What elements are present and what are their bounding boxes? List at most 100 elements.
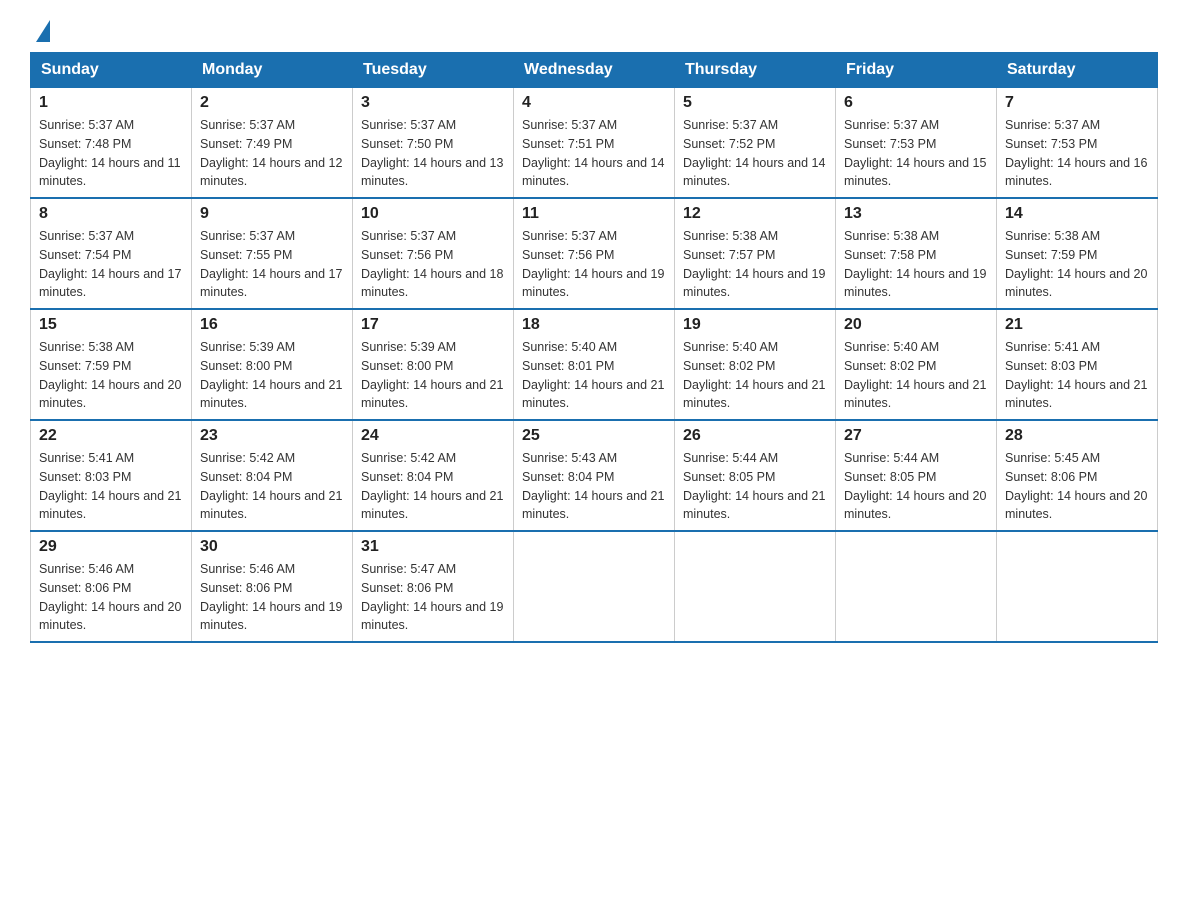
day-number: 15 [39, 316, 183, 334]
calendar-cell: 20 Sunrise: 5:40 AM Sunset: 8:02 PM Dayl… [836, 309, 997, 420]
calendar-cell: 27 Sunrise: 5:44 AM Sunset: 8:05 PM Dayl… [836, 420, 997, 531]
day-info: Sunrise: 5:47 AM Sunset: 8:06 PM Dayligh… [361, 560, 505, 635]
calendar-cell: 6 Sunrise: 5:37 AM Sunset: 7:53 PM Dayli… [836, 88, 997, 199]
calendar-cell [514, 531, 675, 642]
calendar-cell [836, 531, 997, 642]
calendar-cell: 17 Sunrise: 5:39 AM Sunset: 8:00 PM Dayl… [353, 309, 514, 420]
calendar-cell: 4 Sunrise: 5:37 AM Sunset: 7:51 PM Dayli… [514, 88, 675, 199]
day-info: Sunrise: 5:42 AM Sunset: 8:04 PM Dayligh… [361, 449, 505, 524]
calendar-cell: 5 Sunrise: 5:37 AM Sunset: 7:52 PM Dayli… [675, 88, 836, 199]
calendar-cell: 12 Sunrise: 5:38 AM Sunset: 7:57 PM Dayl… [675, 198, 836, 309]
day-info: Sunrise: 5:41 AM Sunset: 8:03 PM Dayligh… [1005, 338, 1149, 413]
calendar-cell: 1 Sunrise: 5:37 AM Sunset: 7:48 PM Dayli… [31, 88, 192, 199]
day-number: 11 [522, 205, 666, 223]
calendar-cell: 30 Sunrise: 5:46 AM Sunset: 8:06 PM Dayl… [192, 531, 353, 642]
calendar-cell [675, 531, 836, 642]
calendar-cell: 11 Sunrise: 5:37 AM Sunset: 7:56 PM Dayl… [514, 198, 675, 309]
day-info: Sunrise: 5:38 AM Sunset: 7:58 PM Dayligh… [844, 227, 988, 302]
day-info: Sunrise: 5:44 AM Sunset: 8:05 PM Dayligh… [844, 449, 988, 524]
day-number: 17 [361, 316, 505, 334]
day-info: Sunrise: 5:44 AM Sunset: 8:05 PM Dayligh… [683, 449, 827, 524]
day-number: 21 [1005, 316, 1149, 334]
day-info: Sunrise: 5:42 AM Sunset: 8:04 PM Dayligh… [200, 449, 344, 524]
day-number: 22 [39, 427, 183, 445]
day-number: 3 [361, 94, 505, 112]
calendar-cell: 9 Sunrise: 5:37 AM Sunset: 7:55 PM Dayli… [192, 198, 353, 309]
day-info: Sunrise: 5:38 AM Sunset: 7:57 PM Dayligh… [683, 227, 827, 302]
page-header [30, 20, 1158, 42]
day-info: Sunrise: 5:39 AM Sunset: 8:00 PM Dayligh… [200, 338, 344, 413]
day-number: 16 [200, 316, 344, 334]
day-number: 26 [683, 427, 827, 445]
day-number: 27 [844, 427, 988, 445]
day-number: 28 [1005, 427, 1149, 445]
column-header-tuesday: Tuesday [353, 53, 514, 88]
calendar-cell: 15 Sunrise: 5:38 AM Sunset: 7:59 PM Dayl… [31, 309, 192, 420]
day-number: 1 [39, 94, 183, 112]
day-info: Sunrise: 5:37 AM Sunset: 7:55 PM Dayligh… [200, 227, 344, 302]
day-number: 23 [200, 427, 344, 445]
calendar-cell: 23 Sunrise: 5:42 AM Sunset: 8:04 PM Dayl… [192, 420, 353, 531]
logo [30, 20, 58, 42]
day-number: 8 [39, 205, 183, 223]
day-info: Sunrise: 5:37 AM Sunset: 7:49 PM Dayligh… [200, 116, 344, 191]
day-number: 10 [361, 205, 505, 223]
day-number: 29 [39, 538, 183, 556]
day-info: Sunrise: 5:40 AM Sunset: 8:02 PM Dayligh… [683, 338, 827, 413]
day-info: Sunrise: 5:37 AM Sunset: 7:48 PM Dayligh… [39, 116, 183, 191]
calendar-cell: 3 Sunrise: 5:37 AM Sunset: 7:50 PM Dayli… [353, 88, 514, 199]
day-info: Sunrise: 5:37 AM Sunset: 7:56 PM Dayligh… [522, 227, 666, 302]
column-header-friday: Friday [836, 53, 997, 88]
day-info: Sunrise: 5:43 AM Sunset: 8:04 PM Dayligh… [522, 449, 666, 524]
day-number: 12 [683, 205, 827, 223]
day-number: 5 [683, 94, 827, 112]
day-number: 2 [200, 94, 344, 112]
column-header-saturday: Saturday [997, 53, 1158, 88]
calendar-cell: 29 Sunrise: 5:46 AM Sunset: 8:06 PM Dayl… [31, 531, 192, 642]
day-info: Sunrise: 5:38 AM Sunset: 7:59 PM Dayligh… [39, 338, 183, 413]
calendar-cell: 7 Sunrise: 5:37 AM Sunset: 7:53 PM Dayli… [997, 88, 1158, 199]
calendar-cell: 25 Sunrise: 5:43 AM Sunset: 8:04 PM Dayl… [514, 420, 675, 531]
day-number: 19 [683, 316, 827, 334]
day-number: 7 [1005, 94, 1149, 112]
calendar-cell [997, 531, 1158, 642]
calendar-cell: 24 Sunrise: 5:42 AM Sunset: 8:04 PM Dayl… [353, 420, 514, 531]
calendar-table: SundayMondayTuesdayWednesdayThursdayFrid… [30, 52, 1158, 643]
column-header-monday: Monday [192, 53, 353, 88]
day-info: Sunrise: 5:40 AM Sunset: 8:02 PM Dayligh… [844, 338, 988, 413]
day-info: Sunrise: 5:37 AM Sunset: 7:53 PM Dayligh… [1005, 116, 1149, 191]
column-header-wednesday: Wednesday [514, 53, 675, 88]
day-number: 6 [844, 94, 988, 112]
day-info: Sunrise: 5:37 AM Sunset: 7:50 PM Dayligh… [361, 116, 505, 191]
day-info: Sunrise: 5:46 AM Sunset: 8:06 PM Dayligh… [39, 560, 183, 635]
day-number: 30 [200, 538, 344, 556]
calendar-cell: 16 Sunrise: 5:39 AM Sunset: 8:00 PM Dayl… [192, 309, 353, 420]
column-header-thursday: Thursday [675, 53, 836, 88]
calendar-week-row: 8 Sunrise: 5:37 AM Sunset: 7:54 PM Dayli… [31, 198, 1158, 309]
day-info: Sunrise: 5:38 AM Sunset: 7:59 PM Dayligh… [1005, 227, 1149, 302]
day-info: Sunrise: 5:40 AM Sunset: 8:01 PM Dayligh… [522, 338, 666, 413]
day-number: 20 [844, 316, 988, 334]
day-number: 18 [522, 316, 666, 334]
calendar-cell: 13 Sunrise: 5:38 AM Sunset: 7:58 PM Dayl… [836, 198, 997, 309]
calendar-cell: 31 Sunrise: 5:47 AM Sunset: 8:06 PM Dayl… [353, 531, 514, 642]
day-number: 9 [200, 205, 344, 223]
day-info: Sunrise: 5:37 AM Sunset: 7:52 PM Dayligh… [683, 116, 827, 191]
day-info: Sunrise: 5:37 AM Sunset: 7:53 PM Dayligh… [844, 116, 988, 191]
calendar-week-row: 22 Sunrise: 5:41 AM Sunset: 8:03 PM Dayl… [31, 420, 1158, 531]
calendar-week-row: 29 Sunrise: 5:46 AM Sunset: 8:06 PM Dayl… [31, 531, 1158, 642]
logo-triangle-icon [36, 20, 50, 42]
calendar-week-row: 1 Sunrise: 5:37 AM Sunset: 7:48 PM Dayli… [31, 88, 1158, 199]
calendar-cell: 2 Sunrise: 5:37 AM Sunset: 7:49 PM Dayli… [192, 88, 353, 199]
day-info: Sunrise: 5:37 AM Sunset: 7:54 PM Dayligh… [39, 227, 183, 302]
calendar-cell: 18 Sunrise: 5:40 AM Sunset: 8:01 PM Dayl… [514, 309, 675, 420]
day-number: 31 [361, 538, 505, 556]
calendar-cell: 28 Sunrise: 5:45 AM Sunset: 8:06 PM Dayl… [997, 420, 1158, 531]
day-info: Sunrise: 5:39 AM Sunset: 8:00 PM Dayligh… [361, 338, 505, 413]
calendar-cell: 8 Sunrise: 5:37 AM Sunset: 7:54 PM Dayli… [31, 198, 192, 309]
column-header-sunday: Sunday [31, 53, 192, 88]
day-info: Sunrise: 5:46 AM Sunset: 8:06 PM Dayligh… [200, 560, 344, 635]
calendar-week-row: 15 Sunrise: 5:38 AM Sunset: 7:59 PM Dayl… [31, 309, 1158, 420]
day-number: 14 [1005, 205, 1149, 223]
day-info: Sunrise: 5:37 AM Sunset: 7:51 PM Dayligh… [522, 116, 666, 191]
